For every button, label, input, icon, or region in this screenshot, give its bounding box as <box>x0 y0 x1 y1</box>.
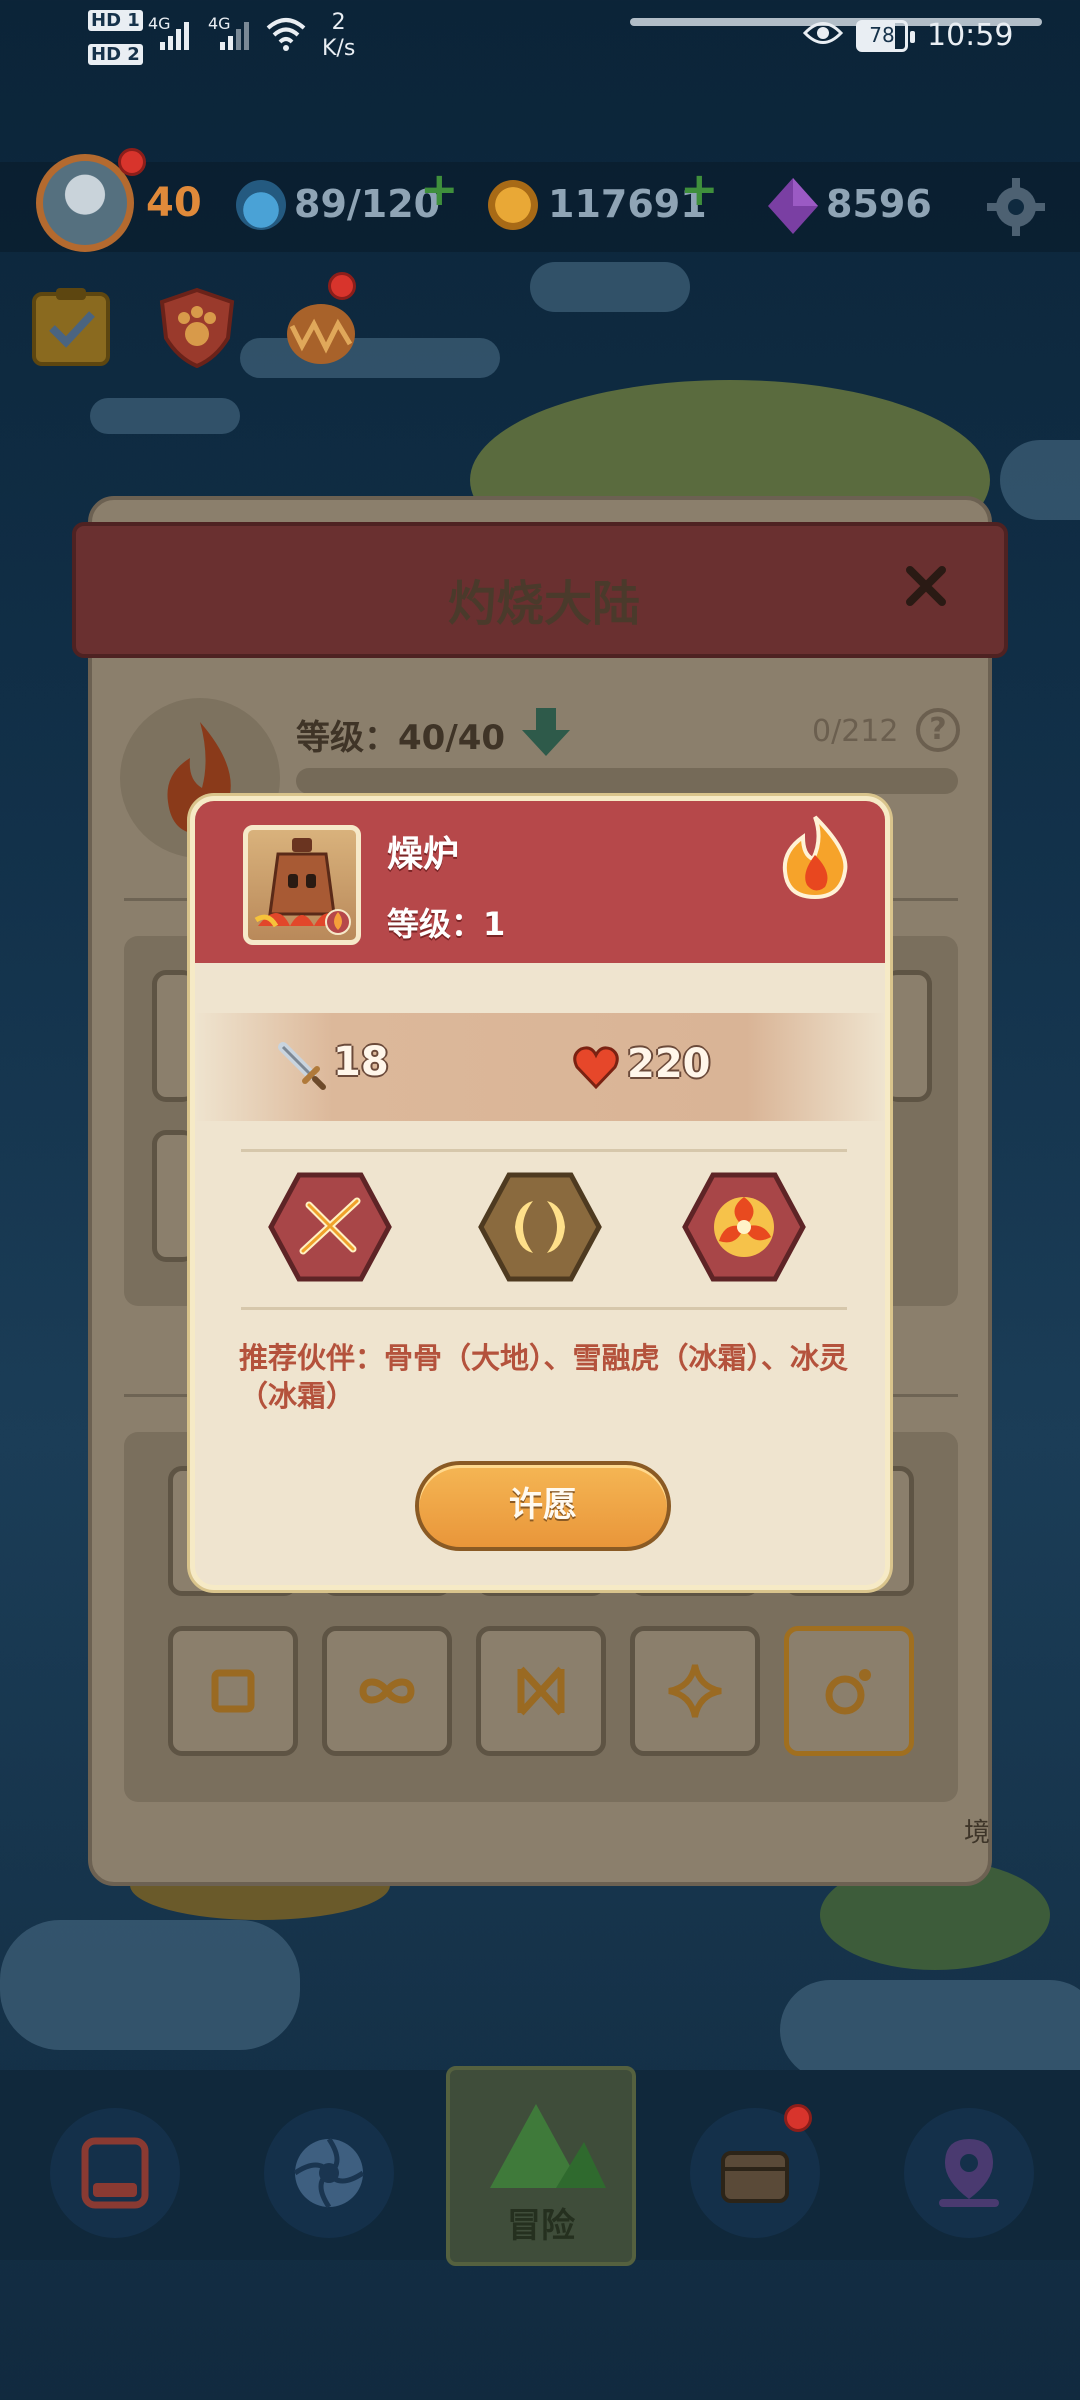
nav-adventure-label: 冒险 <box>507 2206 575 2246</box>
cross-slash-skill-icon[interactable] <box>267 1171 393 1283</box>
rune-slot-bowtie[interactable] <box>476 1626 606 1756</box>
pet-detail-header: 燥炉 等级：1 <box>195 801 885 963</box>
square-rune-icon <box>211 1669 255 1713</box>
chest-notification-dot <box>784 2104 812 2132</box>
hd2-badge: HD 2 <box>88 44 143 65</box>
close-icon[interactable] <box>902 562 950 610</box>
speed-value: 2 <box>331 10 346 35</box>
pet-name: 燥炉 <box>387 834 460 875</box>
down-arrow-icon <box>522 708 570 756</box>
speed-unit: K/s <box>322 36 356 61</box>
avatar-notification-dot <box>118 148 146 176</box>
add-energy-button[interactable]: + <box>420 162 459 216</box>
pet-slot[interactable] <box>884 970 932 1102</box>
pet-level: 等级：1 <box>387 905 506 943</box>
divider <box>241 1149 847 1152</box>
region-progress-text: 0/212 <box>812 714 899 749</box>
attack-value: 18 <box>333 1039 389 1085</box>
twin-moon-skill-icon[interactable] <box>477 1171 603 1283</box>
eye-comfort-icon <box>803 22 843 44</box>
fire-swirl-skill-icon[interactable] <box>681 1171 807 1283</box>
mountain-icon <box>490 2104 606 2188</box>
aperture-icon <box>293 2137 365 2209</box>
recommended-partners: 推荐伙伴：骨骨（大地）、雪融虎（冰霜）、冰灵（冰霜） <box>239 1341 849 1413</box>
player-level: 40 <box>146 180 202 226</box>
energy-value: 89/120 <box>294 182 441 226</box>
hd1-badge: HD 1 <box>88 10 143 31</box>
settings-gear-icon[interactable] <box>985 176 1047 238</box>
add-coin-button[interactable]: + <box>680 162 719 216</box>
gem-icon <box>768 178 818 234</box>
device-icon <box>81 2137 149 2209</box>
signal2-icon <box>220 18 256 50</box>
infinity-rune-icon <box>359 1678 415 1704</box>
region-level: 等级：40/40 <box>296 718 506 758</box>
furnace-pet-icon <box>254 838 351 935</box>
paw-shield-icon[interactable] <box>156 286 238 368</box>
pet-portrait <box>243 825 361 945</box>
fire-element-icon <box>782 815 848 899</box>
realm-tag: 境 <box>964 1818 991 1848</box>
gem-value: 8596 <box>826 182 932 226</box>
pot-notification-dot <box>328 272 356 300</box>
treasure-pot-icon[interactable] <box>280 286 362 368</box>
help-button[interactable]: ? <box>916 708 960 752</box>
region-title: 灼烧大陆 <box>447 576 640 632</box>
network-speed: 2 K/s <box>322 10 355 62</box>
ring-rune-icon <box>825 1669 871 1715</box>
star-rune-icon <box>668 1664 722 1718</box>
pet-detail-modal: 燥炉 等级：1 18 220 推荐伙伴：骨骨（大地）、雪融虎（冰霜）、冰灵（冰霜… <box>190 796 890 1590</box>
health-heart-icon <box>573 1046 619 1090</box>
wifi-icon <box>266 18 306 51</box>
nav-device[interactable] <box>50 2108 180 2238</box>
nav-map[interactable] <box>904 2108 1034 2238</box>
nav-adventure[interactable]: 冒险 <box>446 2066 636 2266</box>
attack-sword-icon <box>278 1042 326 1090</box>
bowtie-rune-icon <box>517 1666 565 1716</box>
health-value: 220 <box>627 1041 711 1087</box>
status-bar: HD 1 HD 2 4G 4G 2 K/s 78 10:59 <box>0 0 1080 80</box>
battery-indicator: 78 <box>856 20 915 52</box>
wish-button[interactable]: 许愿 <box>415 1461 671 1551</box>
signal1-icon <box>160 18 196 50</box>
rune-slot-infinity[interactable] <box>322 1626 452 1756</box>
energy-drop-icon <box>236 180 286 230</box>
map-pin-icon <box>939 2139 999 2207</box>
divider <box>241 1307 847 1310</box>
coin-icon <box>488 180 538 230</box>
rune-slot-square[interactable] <box>168 1626 298 1756</box>
clock: 10:59 <box>927 18 1014 53</box>
nav-aperture[interactable] <box>264 2108 394 2238</box>
rune-slot-ring[interactable] <box>784 1626 914 1756</box>
rune-slot-star[interactable] <box>630 1626 760 1756</box>
tasks-checklist-icon[interactable] <box>30 286 112 368</box>
chest-icon <box>721 2151 789 2203</box>
region-progress-bar <box>296 768 958 794</box>
region-panel-header: 灼烧大陆 <box>72 522 1008 658</box>
